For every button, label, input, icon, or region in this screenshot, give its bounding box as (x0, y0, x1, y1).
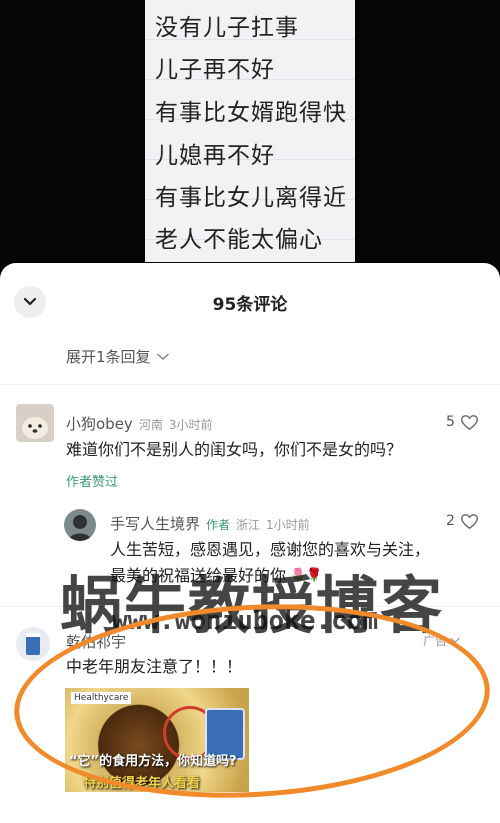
note-line: 有事比女儿离得近 (155, 185, 347, 211)
username[interactable]: 小狗obey (66, 413, 133, 434)
like-button[interactable]: 2 (446, 513, 478, 529)
expand-replies-link[interactable]: 展开1条回复 (66, 346, 169, 367)
avatar[interactable] (16, 404, 54, 442)
handwritten-note: 没有儿子扛事 儿子再不好 有事比女婿跑得快 儿媳再不好 有事比女儿离得近 老人不… (145, 0, 355, 262)
video-frame[interactable]: 没有儿子扛事 儿子再不好 有事比女婿跑得快 儿媳再不好 有事比女儿离得近 老人不… (0, 0, 500, 270)
like-count: 2 (446, 513, 455, 529)
product-avatar-icon (16, 627, 50, 661)
dog-avatar-icon (16, 404, 54, 442)
like-count: 5 (446, 414, 455, 430)
user-avatar-icon (64, 509, 96, 541)
chevron-down-icon (156, 353, 169, 360)
comments-count-title: 95条评论 (212, 295, 288, 315)
timestamp: 1小时前 (266, 518, 310, 532)
heart-icon (460, 513, 478, 529)
avatar[interactable] (64, 509, 96, 541)
author-tag: 作者 (206, 518, 231, 532)
note-line: 老人不能太偏心 (155, 227, 323, 253)
region: 浙江 (236, 518, 261, 532)
note-line: 没有儿子扛事 (155, 15, 299, 41)
like-button[interactable]: 5 (446, 414, 478, 430)
reply-header: 手写人生境界 作者 浙江 1小时前 (110, 513, 310, 534)
timestamp: 3小时前 (168, 418, 213, 432)
note-line: 儿媳再不好 (155, 143, 275, 169)
region: 河南 (138, 418, 163, 432)
heart-icon (460, 414, 478, 430)
avatar[interactable] (16, 627, 50, 661)
author-liked-badge: 作者赞过 (66, 475, 119, 490)
comment-text: 难道你们不是别人的闺女吗，你们不是女的吗？ (66, 440, 403, 459)
note-line: 儿子再不好 (155, 57, 275, 83)
note-line: 有事比女婿跑得快 (155, 100, 347, 126)
divider (0, 384, 500, 385)
comment-header: 小狗obey 河南 3小时前 (66, 413, 212, 434)
username[interactable]: 手写人生境界 (110, 513, 200, 534)
expand-replies-label: 展开1条回复 (66, 348, 151, 366)
